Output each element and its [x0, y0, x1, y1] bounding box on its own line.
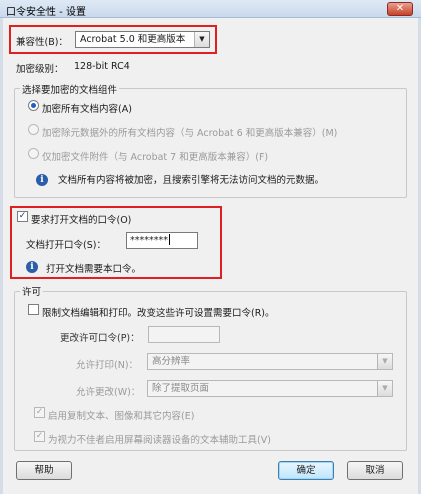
require-open-password-label: 要求打开文档的口令(O) [31, 215, 132, 226]
encryption-label: 加密级别： [16, 64, 64, 75]
radio-selected-dot [31, 103, 36, 108]
allow-changes-value: 除了提取页面 [152, 383, 210, 394]
open-password-value: ******** [130, 235, 168, 246]
title-bar: 口令安全性 - 设置 ✕ [0, 0, 421, 18]
info-icon: i [36, 174, 48, 186]
compat-value: Acrobat 5.0 和更高版本 [80, 34, 186, 45]
allow-print-label: 允许打印(N)： [76, 360, 139, 371]
restrict-editing-label: 限制文档编辑和打印。改变这些许可设置需要口令(R)。 [42, 308, 275, 319]
require-open-password-checkbox[interactable]: ✓ [17, 211, 28, 222]
close-button[interactable]: ✕ [387, 2, 413, 16]
window-left-edge [0, 18, 3, 494]
enable-copy-label: 启用复制文本、图像和其它内容(E) [48, 411, 195, 422]
radio-encrypt-attachments-label: 仅加密文件附件（与 Acrobat 7 和更高版本兼容）(F) [42, 152, 269, 163]
window-title: 口令安全性 - 设置 [6, 7, 86, 18]
encryption-value: 128-bit RC4 [74, 61, 130, 72]
components-info-text: 文档所有内容将被加密，且搜索引擎将无法访问文档的元数据。 [58, 175, 325, 186]
open-password-input[interactable]: ******** [126, 232, 198, 249]
compat-dropdown[interactable]: Acrobat 5.0 和更高版本 ▼ [75, 31, 210, 48]
help-button[interactable]: 帮助 [16, 461, 72, 480]
enable-copy-checkbox[interactable]: ✓ [34, 407, 45, 418]
enable-accessibility-checkbox[interactable]: ✓ [34, 431, 45, 442]
radio-encrypt-except-metadata-label: 加密除元数据外的所有文档内容（与 Acrobat 6 和更高版本兼容）(M) [42, 128, 338, 139]
open-password-field-label: 文档打开口令(S)： [26, 240, 106, 251]
info-icon: i [26, 261, 38, 273]
allow-changes-label: 允许更改(W)： [76, 387, 141, 398]
permissions-group-title: 许可 [20, 284, 44, 298]
radio-encrypt-attachments[interactable] [28, 148, 39, 159]
allow-print-dropdown[interactable]: 高分辨率 ▼ [147, 353, 393, 370]
allow-changes-dropdown[interactable]: 除了提取页面 ▼ [147, 380, 393, 397]
ok-button[interactable]: 确定 [278, 461, 334, 480]
open-password-info-text: 打开文档需要本口令。 [46, 264, 142, 275]
radio-encrypt-except-metadata[interactable] [28, 124, 39, 135]
chevron-down-icon: ▼ [377, 354, 392, 369]
change-permissions-password-label: 更改许可口令(P)： [60, 333, 140, 344]
chevron-down-icon: ▼ [377, 381, 392, 396]
cancel-button[interactable]: 取消 [347, 461, 403, 480]
chevron-down-icon: ▼ [194, 32, 209, 47]
text-caret [169, 234, 170, 245]
restrict-editing-checkbox[interactable] [28, 304, 39, 315]
radio-encrypt-all-label: 加密所有文档内容(A) [42, 104, 132, 115]
allow-print-value: 高分辨率 [152, 356, 191, 367]
compat-label: 兼容性(B)： [16, 37, 68, 48]
enable-accessibility-label: 为视力不佳者启用屏幕阅读器设备的文本辅助工具(V) [48, 435, 271, 446]
change-permissions-password-input[interactable] [148, 326, 220, 343]
radio-encrypt-all[interactable] [28, 100, 39, 111]
components-group-title: 选择要加密的文档组件 [20, 82, 120, 96]
